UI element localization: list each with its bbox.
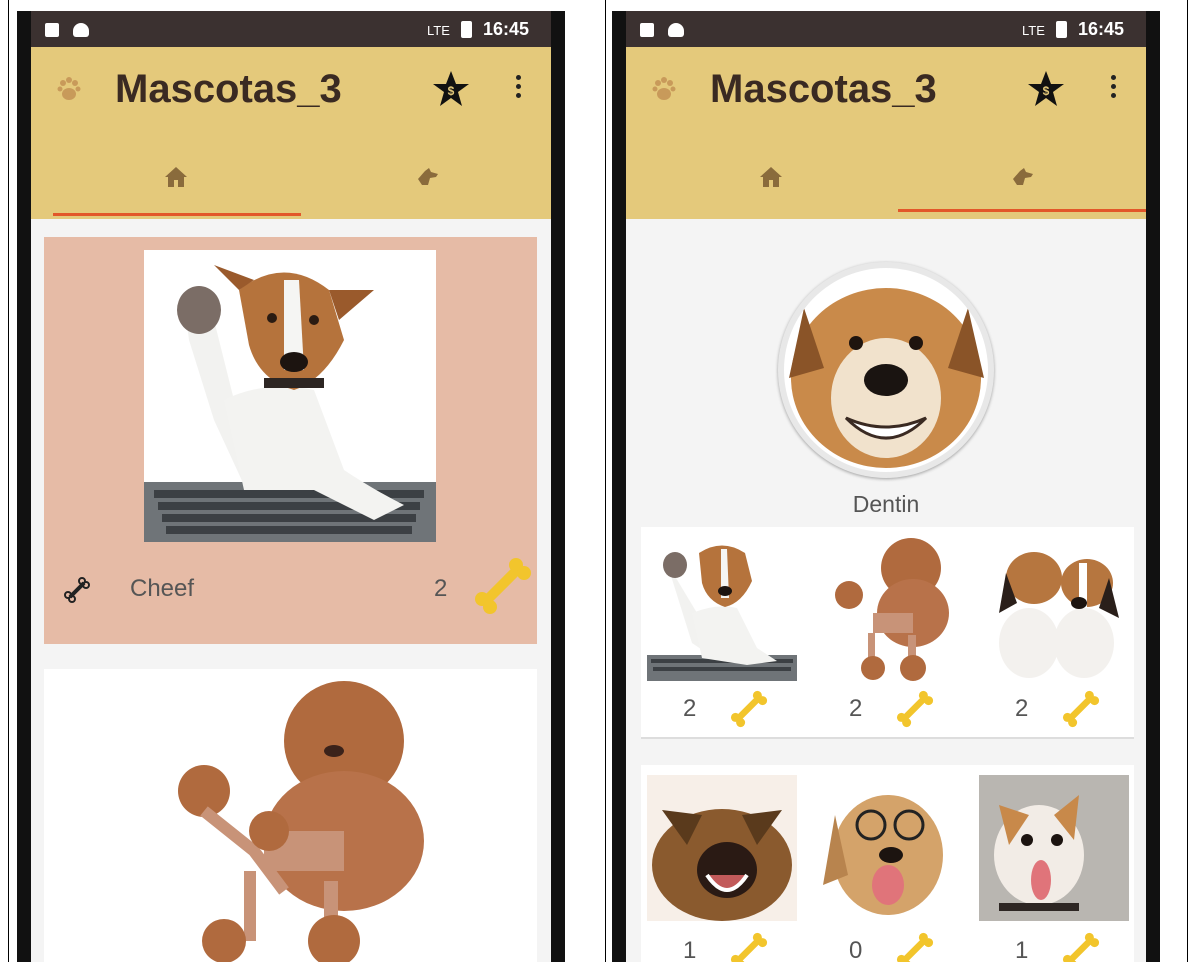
pet-rating: 2 [434,575,448,602]
poodle-photo [144,681,436,962]
grid-rating: 0 [849,937,863,962]
grid-cell[interactable] [813,775,963,921]
table-border-middle [605,0,606,962]
table-border-left [8,0,9,962]
clock: 16:45 [1078,19,1125,39]
screen-right: LTE 16:45 Mascotas_3 $ Dentin 2 2 2 1 0 … [626,11,1146,962]
tab-home[interactable] [161,165,191,191]
home-icon [165,167,187,187]
bone-icon [1062,932,1100,962]
pet-grid-row: 1 0 1 [641,765,1134,962]
smiling-dog-photo [784,268,988,472]
beagle-puppies-photo [979,533,1129,683]
app-bar: Mascotas_3 $ [626,47,1146,219]
jack-russell-keyboard-photo [144,250,436,542]
tab-home[interactable] [756,165,786,191]
profile-avatar[interactable] [778,262,994,478]
app-bar: Mascotas_3 $ [31,47,551,219]
chihuahua-tongue-photo [979,775,1129,921]
grid-cell[interactable] [647,775,797,921]
svg-text:$: $ [1043,84,1050,98]
bone-icon [730,690,768,728]
sd-card-icon [45,23,59,37]
tab-indicator [53,213,301,216]
home-icon [760,167,782,187]
signal-icon: LTE [427,23,450,38]
jack-russell-keyboard-photo [647,533,797,683]
sd-card-icon [640,23,654,37]
status-bar: LTE 16:45 [626,11,1146,47]
tab-profile[interactable] [1008,165,1038,191]
star-icon[interactable]: $ [1026,69,1066,109]
bone-icon [896,932,934,962]
pet-grid-row: 2 2 2 [641,527,1134,739]
table-border-right [1187,0,1188,962]
bone-outline-icon[interactable] [62,575,92,605]
grid-rating: 2 [849,695,863,722]
grid-cell[interactable] [979,533,1129,683]
paw-icon [55,75,83,103]
grid-rating: 1 [683,937,697,962]
bone-icon [730,932,768,962]
dog-icon [418,168,438,185]
grid-cell[interactable] [813,533,963,683]
grid-rating: 2 [1015,695,1029,722]
app-title: Mascotas_3 [115,67,342,111]
app-title: Mascotas_3 [710,67,937,111]
bone-icon [896,690,934,728]
clock: 16:45 [483,19,530,39]
grid-rating: 1 [1015,937,1029,962]
grid-rating: 2 [683,695,697,722]
dog-icon [1013,168,1033,185]
android-icon [668,23,684,37]
battery-icon [461,21,472,38]
grid-cell[interactable] [979,775,1129,921]
phone-left: LTE 16:45 Mascotas_3 $ Cheef 2 [17,11,565,962]
battery-icon [1056,21,1067,38]
android-icon [73,23,89,37]
status-bar: LTE 16:45 [31,11,551,47]
more-vertical-icon[interactable] [515,75,523,102]
bone-icon [1062,690,1100,728]
more-vertical-icon[interactable] [1110,75,1118,102]
dog-with-glasses-photo [813,775,963,921]
tab-profile[interactable] [413,165,443,191]
phone-right: LTE 16:45 Mascotas_3 $ Dentin 2 2 2 1 0 … [612,11,1160,962]
pet-name: Cheef [130,575,195,602]
tab-indicator [898,209,1146,212]
poodle-photo [813,533,963,683]
profile-name: Dentin [852,491,920,517]
barking-shepherd-photo [647,775,797,921]
svg-text:$: $ [448,84,455,98]
grid-cell[interactable] [647,533,797,683]
screen-left: LTE 16:45 Mascotas_3 $ Cheef 2 [31,11,551,962]
paw-icon [650,75,678,103]
star-icon[interactable]: $ [431,69,471,109]
bone-icon [475,558,531,614]
pet-card[interactable] [44,669,537,962]
signal-icon: LTE [1022,23,1045,38]
pet-card[interactable]: Cheef 2 [44,237,537,644]
